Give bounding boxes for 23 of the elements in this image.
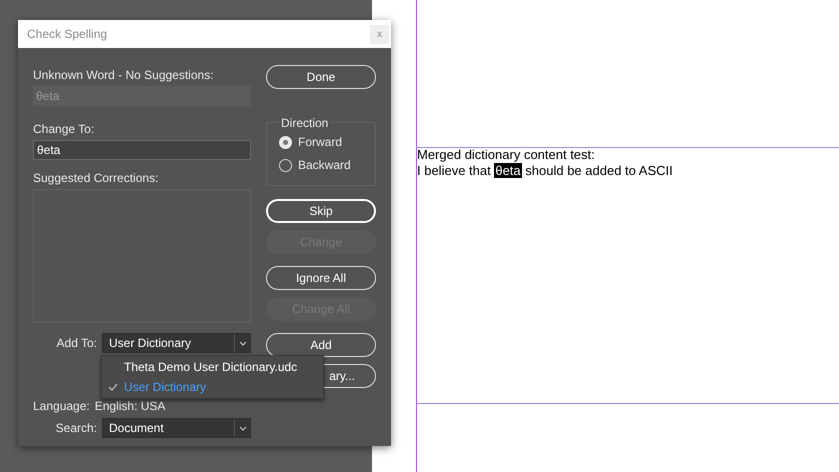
language-value: English: USA: [94, 398, 166, 415]
field-label: Suggested Corrections:: [33, 170, 160, 187]
dialog-button[interactable]: Done: [266, 65, 376, 89]
document-text: I believe that θeta should be added to ASCII: [417, 163, 673, 179]
unknown-word-field: θeta: [33, 86, 251, 106]
change-to-field[interactable]: θeta: [33, 140, 251, 160]
dialog-button[interactable]: Skip: [266, 199, 376, 223]
dialog-button[interactable]: Ignore All: [266, 266, 376, 290]
field-label: Change To:: [33, 121, 96, 138]
field-label: Unknown Word - No Suggestions:: [33, 67, 215, 84]
add-to-select[interactable]: User Dictionary: [102, 333, 251, 353]
field-label: Search:: [56, 420, 97, 437]
field-label: Add To:: [56, 335, 97, 352]
radio-option[interactable]: Forward: [279, 133, 363, 151]
radio-option[interactable]: Backward: [279, 156, 363, 174]
search-select[interactable]: Document: [102, 418, 251, 438]
checkmark-icon: [108, 383, 118, 391]
field-label: Language:: [33, 398, 90, 415]
window-title: Check Spelling: [27, 26, 108, 43]
chevron-down-icon: [238, 426, 246, 430]
chevron-down-icon: [238, 340, 246, 346]
menu-item[interactable]: Theta Demo User Dictionary.udc: [102, 357, 323, 377]
document-text: Merged dictionary content test:: [417, 147, 596, 163]
